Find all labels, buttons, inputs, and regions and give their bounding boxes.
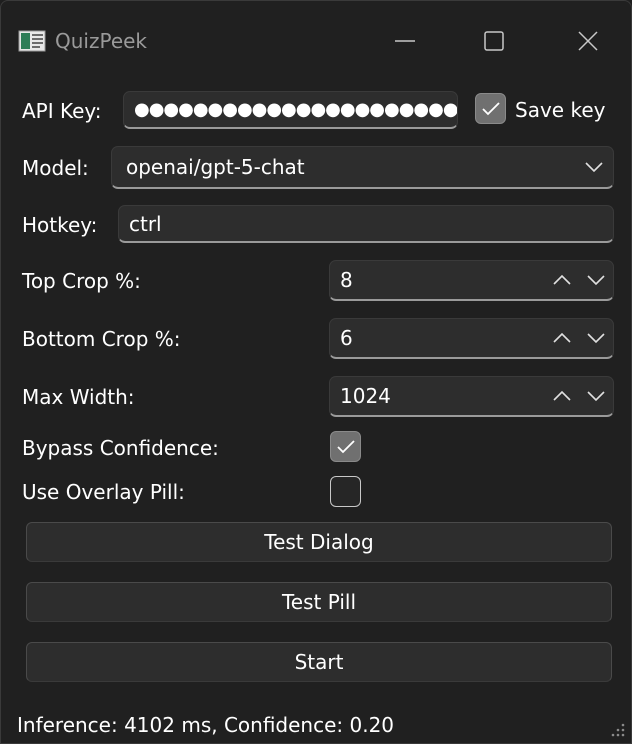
app-window: QuizPeek API Key: ●●●●●●●●●●●●●●●●●●●●●●… (0, 0, 632, 744)
close-button[interactable] (568, 23, 608, 59)
api-key-input[interactable]: ●●●●●●●●●●●●●●●●●●●●●● (123, 91, 458, 129)
maximize-button[interactable] (474, 23, 514, 59)
api-key-value: ●●●●●●●●●●●●●●●●●●●●●● (134, 99, 458, 120)
bypass-confidence-label: Bypass Confidence: (22, 436, 219, 460)
max-width-spinbox[interactable]: 1024 (329, 376, 614, 417)
model-select[interactable]: openai/gpt-5-chat (111, 146, 614, 189)
hotkey-value: ctrl (129, 211, 162, 236)
chevron-down-icon[interactable] (587, 274, 605, 286)
title-bar[interactable]: QuizPeek (1, 1, 631, 79)
chevron-up-icon[interactable] (553, 274, 571, 286)
chevron-down-icon[interactable] (587, 332, 605, 344)
api-key-label: API Key: (22, 99, 102, 123)
minimize-icon (395, 40, 415, 42)
top-crop-spinbox[interactable]: 8 (329, 260, 614, 301)
top-crop-label: Top Crop %: (22, 269, 141, 293)
checkmark-icon (482, 102, 500, 116)
bypass-confidence-checkbox[interactable] (330, 431, 361, 462)
max-width-value: 1024 (340, 384, 391, 408)
bottom-crop-value: 6 (340, 326, 353, 350)
hotkey-input[interactable]: ctrl (118, 205, 614, 243)
chevron-up-icon[interactable] (553, 332, 571, 344)
start-button[interactable]: Start (26, 642, 612, 682)
checkmark-icon (337, 440, 355, 454)
test-pill-button[interactable]: Test Pill (26, 582, 612, 622)
close-icon (578, 31, 598, 51)
chevron-down-icon[interactable] (587, 390, 605, 402)
hotkey-label: Hotkey: (22, 213, 98, 237)
status-text: Inference: 4102 ms, Confidence: 0.20 (17, 713, 395, 737)
model-value: openai/gpt-5-chat (126, 155, 305, 179)
chevron-up-icon[interactable] (553, 390, 571, 402)
model-label: Model: (22, 156, 89, 180)
bottom-crop-label: Bottom Crop %: (22, 327, 181, 351)
top-crop-value: 8 (340, 268, 353, 292)
use-overlay-pill-label: Use Overlay Pill: (22, 480, 185, 504)
bottom-crop-spinbox[interactable]: 6 (329, 318, 614, 359)
resize-grip-icon[interactable] (611, 723, 625, 737)
minimize-button[interactable] (385, 23, 425, 59)
app-icon (18, 30, 46, 52)
test-dialog-button[interactable]: Test Dialog (26, 522, 612, 562)
use-overlay-pill-checkbox[interactable] (330, 476, 361, 507)
maximize-icon (484, 31, 504, 51)
chevron-down-icon[interactable] (585, 161, 603, 173)
save-key-checkbox[interactable] (475, 93, 506, 124)
window-title: QuizPeek (55, 29, 148, 53)
max-width-label: Max Width: (22, 385, 135, 409)
save-key-label: Save key (515, 98, 606, 122)
